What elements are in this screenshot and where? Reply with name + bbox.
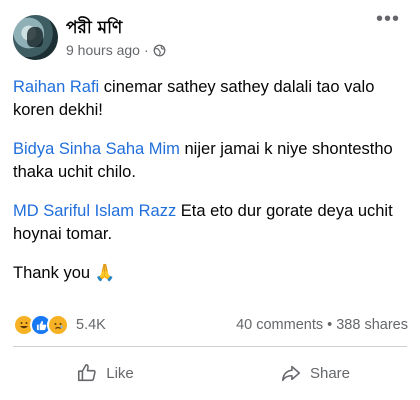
post-time[interactable]: 9 hours ago xyxy=(66,42,140,58)
thumbs-up-icon xyxy=(78,363,96,382)
sad-icon xyxy=(47,314,69,336)
mention-link[interactable]: Raihan Rafi xyxy=(13,78,99,96)
comment-paragraph-1: Raihan Rafi cinemar sathey sathey dalali… xyxy=(13,76,408,122)
reaction-count: 5.4K xyxy=(76,317,106,333)
comment-paragraph-3: MD Sariful Islam Razz Eta eto dur gorate… xyxy=(13,200,408,246)
post-stats[interactable]: 40 comments • 388 shares xyxy=(236,317,408,333)
share-button[interactable]: Share xyxy=(210,347,420,399)
mention-link[interactable]: MD Sariful Islam Razz xyxy=(13,202,176,220)
like-button[interactable]: Like xyxy=(0,347,210,399)
comment-paragraph-2: Bidya Sinha Saha Mim nijer jamai k niye … xyxy=(13,138,408,184)
like-label: Like xyxy=(106,364,134,382)
action-bar: Like Share xyxy=(0,347,420,399)
meta-separator: · xyxy=(143,42,149,58)
reactions-summary[interactable]: 5.4K xyxy=(13,314,106,336)
share-icon xyxy=(281,365,301,382)
author-name[interactable]: পরী মণি xyxy=(66,15,122,43)
post-content: Raihan Rafi cinemar sathey sathey dalali… xyxy=(13,76,408,301)
globe-icon[interactable] xyxy=(153,44,166,57)
closing-text: Thank you 🙏 xyxy=(13,264,116,282)
post-meta: 9 hours ago · xyxy=(66,42,166,58)
more-options-icon[interactable]: ••• xyxy=(376,9,400,29)
mention-link[interactable]: Bidya Sinha Saha Mim xyxy=(13,140,180,158)
share-label: Share xyxy=(309,364,351,382)
post-card: পরী মণি 9 hours ago · ••• Raihan Rafi ci… xyxy=(0,0,420,400)
avatar[interactable] xyxy=(13,15,58,60)
